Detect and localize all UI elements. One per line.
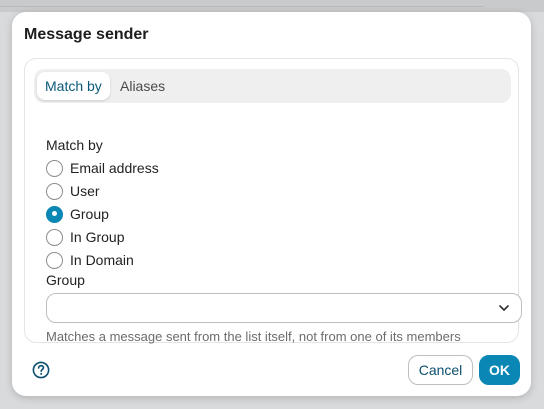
cancel-button[interactable]: Cancel: [408, 355, 473, 385]
group-field-label: Group: [46, 272, 85, 288]
background-window: [0, 0, 544, 12]
radio-label: Group: [70, 206, 109, 222]
radio-button[interactable]: [46, 251, 63, 269]
options-panel: Match by Aliases Match by Email address …: [24, 58, 522, 344]
chevron-down-icon: [499, 305, 509, 311]
group-select[interactable]: [46, 293, 522, 323]
tab-match-by[interactable]: Match by: [37, 72, 110, 100]
message-sender-dialog: Message sender Match by Aliases Match by…: [12, 12, 531, 396]
ok-button[interactable]: OK: [479, 355, 520, 385]
match-by-label: Match by: [46, 137, 103, 153]
question-circle-icon[interactable]: [32, 361, 50, 379]
radio-in-group[interactable]: In Group: [46, 227, 124, 247]
radio-in-domain[interactable]: In Domain: [46, 250, 134, 270]
radio-button-selected[interactable]: [46, 205, 63, 223]
tab-bar: Match by Aliases: [34, 69, 511, 103]
radio-label: In Domain: [70, 252, 134, 268]
radio-button[interactable]: [46, 159, 63, 177]
radio-user[interactable]: User: [46, 181, 100, 201]
radio-group[interactable]: Group: [46, 204, 109, 224]
tab-aliases[interactable]: Aliases: [112, 72, 173, 100]
radio-button[interactable]: [46, 182, 63, 200]
radio-label: User: [70, 183, 100, 199]
group-help-text: Matches a message sent from the list its…: [46, 329, 461, 344]
background-divider: [0, 6, 484, 7]
radio-label: Email address: [70, 160, 159, 176]
radio-button[interactable]: [46, 228, 63, 246]
radio-email-address[interactable]: Email address: [46, 158, 159, 178]
radio-label: In Group: [70, 229, 125, 245]
dialog-title: Message sender: [24, 26, 149, 43]
